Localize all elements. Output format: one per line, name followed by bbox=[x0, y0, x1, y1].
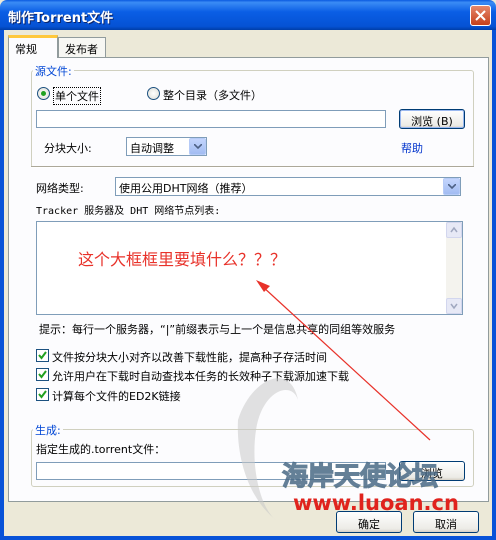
watermark-url: www.luoan.cn bbox=[293, 491, 459, 515]
watermark-name: 海岸天使论坛 bbox=[281, 461, 439, 492]
tab-general[interactable]: 常规 bbox=[8, 35, 58, 58]
